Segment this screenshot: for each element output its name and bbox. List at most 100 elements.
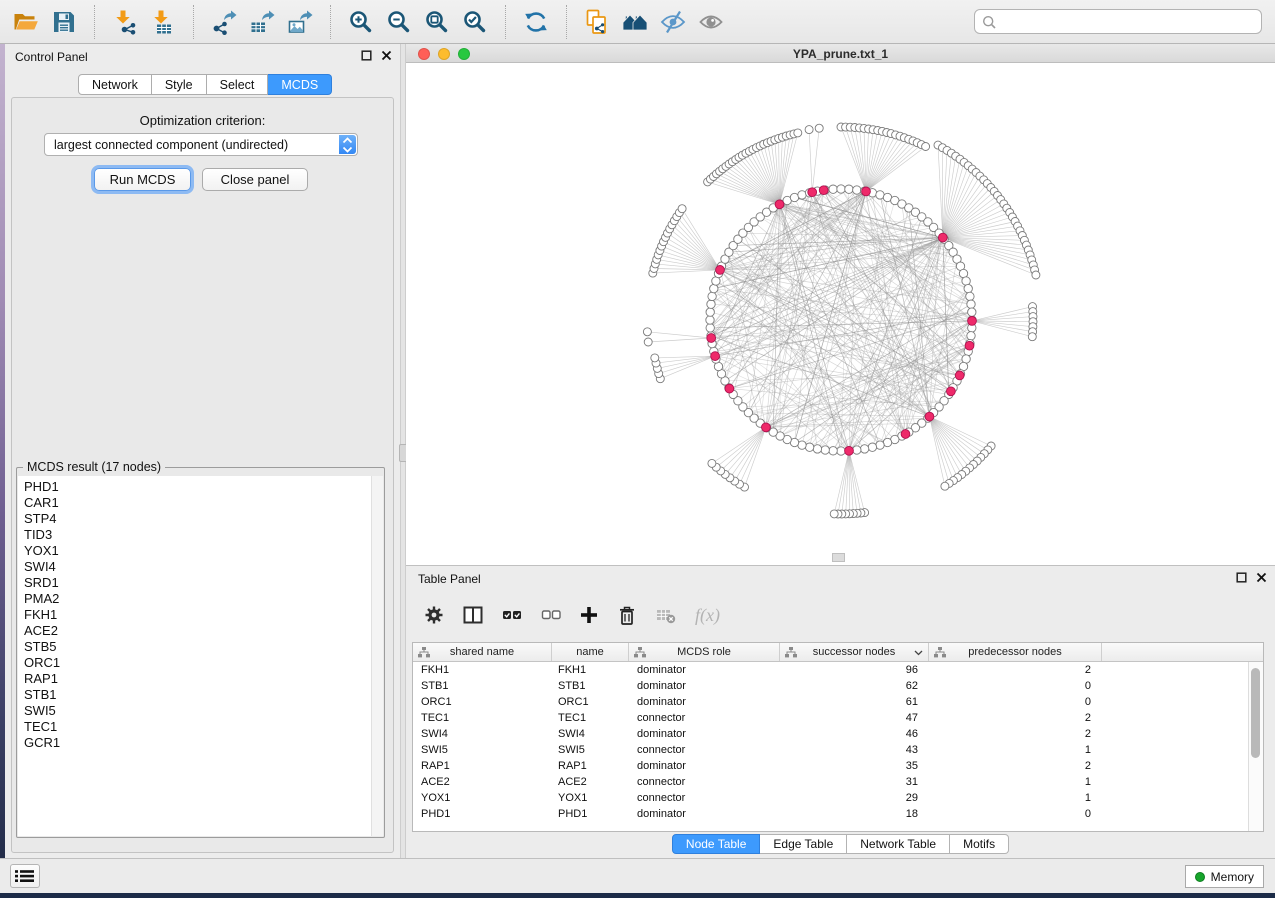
mcds-result-item[interactable]: STB5: [24, 639, 369, 655]
table-row[interactable]: ACE2ACE2connector311: [413, 774, 1248, 790]
shared-column-icon: [934, 647, 946, 658]
mcds-result-item[interactable]: TID3: [24, 527, 369, 543]
create-column-button[interactable]: [580, 606, 598, 624]
deselect-all-columns-button[interactable]: [541, 606, 561, 624]
memory-button[interactable]: Memory: [1185, 865, 1264, 888]
table-cell: 43: [780, 742, 929, 758]
close-panel-button[interactable]: Close panel: [202, 168, 308, 191]
column-header-mcds-role[interactable]: MCDS role: [629, 643, 780, 661]
task-history-button[interactable]: [10, 864, 40, 888]
table-row[interactable]: PHD1PHD1dominator180: [413, 806, 1248, 822]
mcds-result-item[interactable]: FKH1: [24, 607, 369, 623]
optimization-criterion-select[interactable]: largest connected component (undirected): [44, 133, 358, 156]
tab-network-table[interactable]: Network Table: [847, 834, 950, 854]
mcds-result-item[interactable]: RAP1: [24, 671, 369, 687]
import-table-button[interactable]: [149, 8, 177, 36]
tab-select[interactable]: Select: [207, 74, 269, 95]
search-box: [974, 9, 1262, 34]
delete-column-button[interactable]: [617, 605, 637, 626]
scrollbar-thumb[interactable]: [1251, 668, 1260, 758]
zoom-selected-button[interactable]: [461, 8, 489, 36]
mcds-result-item[interactable]: YOX1: [24, 543, 369, 559]
mcds-result-item[interactable]: GCR1: [24, 735, 369, 751]
tab-motifs[interactable]: Motifs: [950, 834, 1009, 854]
table-cell: 1: [929, 742, 1102, 758]
hide-selected-button[interactable]: [659, 8, 687, 36]
table-panel-title: Table Panel: [418, 572, 481, 586]
table-row[interactable]: STB1STB1dominator620: [413, 678, 1248, 694]
mcds-result-item[interactable]: CAR1: [24, 495, 369, 511]
float-panel-icon[interactable]: [361, 50, 372, 61]
mcds-result-item[interactable]: ACE2: [24, 623, 369, 639]
clone-network-button[interactable]: [583, 8, 611, 36]
zoom-selected-icon: [462, 9, 488, 35]
export-table-button[interactable]: [248, 8, 276, 36]
export-network-button[interactable]: [210, 8, 238, 36]
network-view-panel: YPA_prune.txt_1: [406, 44, 1275, 565]
mcds-list-scrollbar[interactable]: [371, 476, 383, 836]
import-network-button[interactable]: [111, 8, 139, 36]
shared-column-icon: [418, 647, 430, 658]
mcds-result-item[interactable]: TEC1: [24, 719, 369, 735]
node-table: shared name name MCDS role successor nod…: [412, 642, 1264, 832]
mcds-result-item[interactable]: STB1: [24, 687, 369, 703]
column-header-successor-nodes[interactable]: successor nodes: [780, 643, 929, 661]
horizontal-splitter-handle[interactable]: [832, 553, 845, 562]
select-all-columns-button[interactable]: [502, 606, 522, 624]
network-window-titlebar[interactable]: YPA_prune.txt_1: [406, 44, 1275, 63]
save-session-button[interactable]: [50, 8, 78, 36]
network-canvas[interactable]: [406, 63, 1275, 565]
show-all-button[interactable]: [621, 8, 649, 36]
table-settings-button[interactable]: [424, 605, 444, 625]
table-row[interactable]: ORC1ORC1dominator610: [413, 694, 1248, 710]
column-label: successor nodes: [813, 646, 896, 658]
network-graph[interactable]: [406, 63, 1275, 565]
eye-icon: [698, 9, 724, 35]
search-input[interactable]: [1001, 11, 1256, 32]
show-columns-button[interactable]: [463, 605, 483, 625]
mcds-result-item[interactable]: PMA2: [24, 591, 369, 607]
table-row[interactable]: TEC1TEC1connector472: [413, 710, 1248, 726]
mcds-result-item[interactable]: SRD1: [24, 575, 369, 591]
mcds-result-item[interactable]: STP4: [24, 511, 369, 527]
tab-network[interactable]: Network: [78, 74, 152, 95]
tab-edge-table[interactable]: Edge Table: [760, 834, 847, 854]
mcds-result-item[interactable]: SWI4: [24, 559, 369, 575]
table-row[interactable]: SWI5SWI5connector431: [413, 742, 1248, 758]
table-cell: 1: [929, 774, 1102, 790]
table-cell: YOX1: [552, 790, 629, 806]
mcds-result-item[interactable]: SWI5: [24, 703, 369, 719]
table-scrollbar[interactable]: [1248, 662, 1263, 831]
delete-table-button-disabled: [656, 606, 676, 624]
clone-network-icon: [584, 9, 610, 35]
tab-style[interactable]: Style: [152, 74, 207, 95]
open-session-button[interactable]: [12, 8, 40, 36]
table-row[interactable]: FKH1FKH1dominator962: [413, 662, 1248, 678]
column-header-predecessor-nodes[interactable]: predecessor nodes: [929, 643, 1102, 661]
zoom-in-button[interactable]: [347, 8, 375, 36]
column-header-shared-name[interactable]: shared name: [413, 643, 552, 661]
mcds-result-item[interactable]: PHD1: [24, 479, 369, 495]
export-image-button[interactable]: [286, 8, 314, 36]
tab-mcds[interactable]: MCDS: [268, 74, 332, 95]
zoom-out-button[interactable]: [385, 8, 413, 36]
table-row[interactable]: YOX1YOX1connector291: [413, 790, 1248, 806]
mcds-result-item[interactable]: ORC1: [24, 655, 369, 671]
open-folder-icon: [13, 9, 39, 35]
close-panel-icon[interactable]: [1256, 572, 1267, 583]
zoom-fit-button[interactable]: [423, 8, 451, 36]
tab-node-table[interactable]: Node Table: [672, 834, 761, 854]
table-cell: SWI5: [413, 742, 552, 758]
show-selected-button[interactable]: [697, 8, 725, 36]
refresh-view-button[interactable]: [522, 8, 550, 36]
column-header-name[interactable]: name: [552, 643, 629, 661]
table-cell: connector: [629, 710, 780, 726]
eye-slash-icon: [660, 9, 686, 35]
close-panel-icon[interactable]: [381, 50, 392, 61]
unchecked-boxes-icon: [541, 606, 561, 624]
table-row[interactable]: SWI4SWI4dominator462: [413, 726, 1248, 742]
table-row[interactable]: RAP1RAP1dominator352: [413, 758, 1248, 774]
float-panel-icon[interactable]: [1236, 572, 1247, 583]
mcds-result-list-container: PHD1CAR1STP4TID3YOX1SWI4SRD1PMA2FKH1ACE2…: [18, 476, 383, 836]
run-mcds-button[interactable]: Run MCDS: [94, 168, 191, 191]
